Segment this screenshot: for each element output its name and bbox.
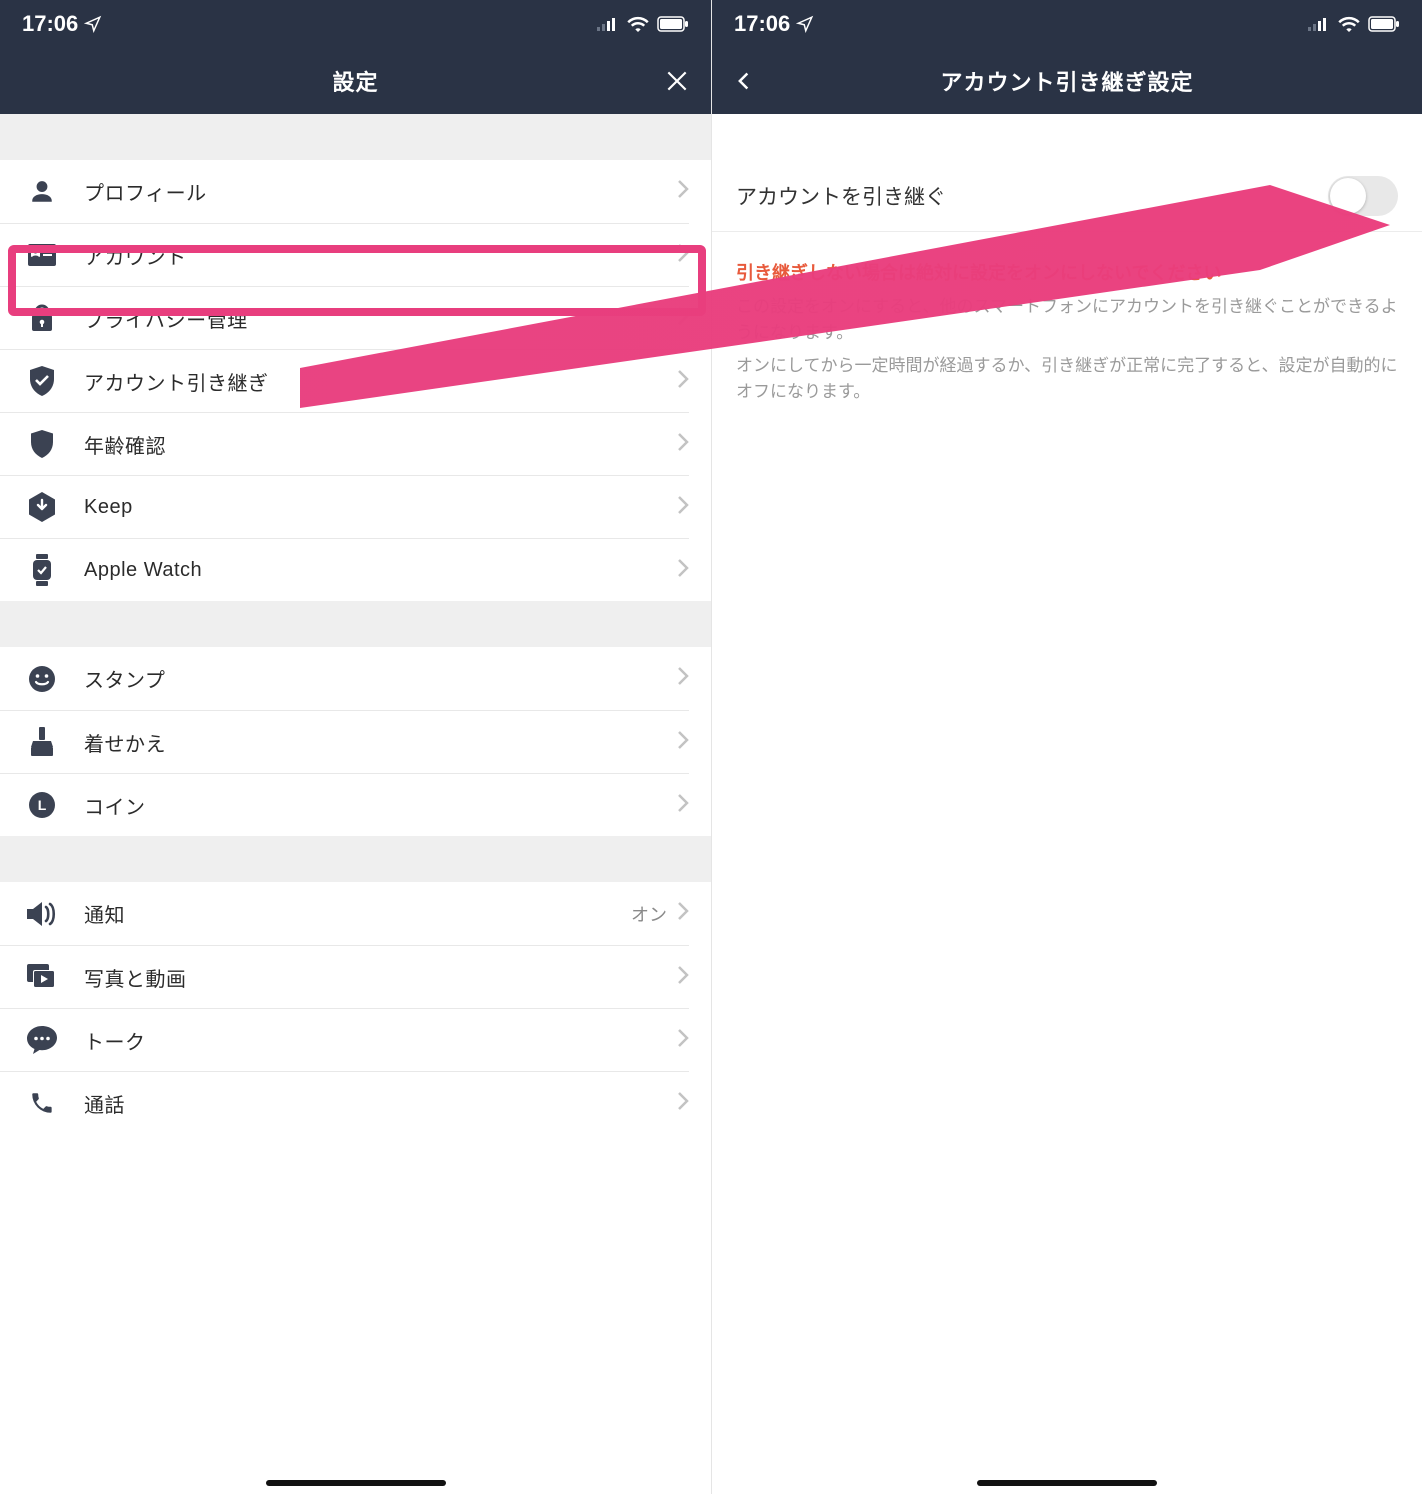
home-indicator xyxy=(977,1480,1157,1486)
svg-text:L: L xyxy=(38,797,47,813)
chevron-right-icon xyxy=(677,432,689,457)
home-indicator xyxy=(266,1480,446,1486)
chevron-right-icon xyxy=(677,495,689,520)
phone-right: 17:06 アカウント引き継ぎ設定 xyxy=(711,0,1422,1494)
speaker-icon xyxy=(0,901,84,927)
row-label: トーク xyxy=(84,1026,677,1055)
phone-icon xyxy=(0,1090,84,1116)
chevron-right-icon xyxy=(677,369,689,394)
settings-row-coin[interactable]: L コイン xyxy=(0,773,711,836)
row-label: 着せかえ xyxy=(84,728,677,757)
settings-row-id-card[interactable]: アカウント xyxy=(0,223,711,286)
shield-icon xyxy=(0,430,84,458)
battery-icon xyxy=(1368,16,1400,32)
row-label: コイン xyxy=(84,791,677,820)
settings-row-smile[interactable]: スタンプ xyxy=(0,647,711,710)
settings-row-watch[interactable]: Apple Watch xyxy=(0,538,711,601)
cell-signal-icon xyxy=(597,17,619,31)
media-icon xyxy=(0,964,84,990)
location-arrow-icon xyxy=(84,15,102,33)
row-label: Keep xyxy=(84,496,677,519)
wifi-icon xyxy=(627,16,649,32)
toggle-switch[interactable] xyxy=(1328,176,1398,216)
close-icon xyxy=(664,68,690,94)
close-button[interactable] xyxy=(663,67,691,95)
shield-check-icon xyxy=(0,366,84,396)
coin-icon: L xyxy=(0,791,84,819)
watch-icon xyxy=(0,554,84,586)
chevron-right-icon xyxy=(677,965,689,990)
cell-signal-icon xyxy=(1308,17,1330,31)
row-label: アカウント引き継ぎ xyxy=(84,367,677,396)
battery-icon xyxy=(657,16,689,32)
settings-row-speaker[interactable]: 通知オン xyxy=(0,882,711,945)
warning-text-gray-1: この設定をオンにすると、他のスマートフォンにアカウントを引き継ぐことができるよう… xyxy=(736,294,1398,347)
chevron-right-icon xyxy=(677,558,689,583)
chevron-right-icon xyxy=(677,666,689,691)
row-label: 通話 xyxy=(84,1089,677,1118)
row-value: オン xyxy=(631,901,667,927)
brush-icon xyxy=(0,727,84,757)
keep-hex-icon xyxy=(0,492,84,522)
nav-bar: アカウント引き継ぎ設定 xyxy=(712,48,1422,114)
toggle-label: アカウントを引き継ぐ xyxy=(736,181,946,211)
wifi-icon xyxy=(1338,16,1360,32)
chevron-right-icon xyxy=(677,1028,689,1053)
settings-row-shield-check[interactable]: アカウント引き継ぎ xyxy=(0,349,711,412)
phone-left: 17:06 設定 xyxy=(0,0,711,1494)
row-label: Apple Watch xyxy=(84,559,677,582)
row-label: 通知 xyxy=(84,899,631,928)
chevron-left-icon xyxy=(734,67,754,95)
row-label: 年齢確認 xyxy=(84,430,677,459)
settings-row-lock[interactable]: プライバシー管理 xyxy=(0,286,711,349)
row-label: アカウント xyxy=(84,241,677,270)
status-bar: 17:06 xyxy=(712,0,1422,48)
nav-bar: 設定 xyxy=(0,48,711,114)
settings-row-keep-hex[interactable]: Keep xyxy=(0,475,711,538)
settings-row-shield[interactable]: 年齢確認 xyxy=(0,412,711,475)
chat-icon xyxy=(0,1026,84,1054)
location-arrow-icon xyxy=(796,15,814,33)
settings-row-chat[interactable]: トーク xyxy=(0,1008,711,1071)
smile-icon xyxy=(0,665,84,693)
account-transfer-toggle-row[interactable]: アカウントを引き継ぐ xyxy=(712,160,1422,232)
chevron-right-icon xyxy=(677,243,689,268)
chevron-right-icon xyxy=(677,730,689,755)
settings-row-phone[interactable]: 通話 xyxy=(0,1071,711,1134)
warning-text-gray-2: オンにしてから一定時間が経過するか、引き継ぎが正常に完了すると、設定が自動的にオ… xyxy=(736,353,1398,406)
id-card-icon xyxy=(0,244,84,266)
status-bar: 17:06 xyxy=(0,0,711,48)
row-label: 写真と動画 xyxy=(84,963,677,992)
settings-row-user[interactable]: プロフィール xyxy=(0,160,711,223)
settings-row-media[interactable]: 写真と動画 xyxy=(0,945,711,1008)
chevron-right-icon xyxy=(677,179,689,204)
settings-row-brush[interactable]: 着せかえ xyxy=(0,710,711,773)
chevron-right-icon xyxy=(677,1091,689,1116)
row-label: スタンプ xyxy=(84,664,677,693)
warning-block: 引き継ぎしない場合は絶対に設定をオンにしないでください この設定をオンにすると、… xyxy=(712,260,1422,421)
lock-icon xyxy=(0,304,84,332)
chevron-right-icon xyxy=(677,793,689,818)
row-label: プロフィール xyxy=(84,177,677,206)
status-time: 17:06 xyxy=(22,11,78,37)
page-title: アカウント引き継ぎ設定 xyxy=(940,65,1193,97)
page-title: 設定 xyxy=(332,65,378,97)
back-button[interactable] xyxy=(730,67,758,95)
status-time: 17:06 xyxy=(734,11,790,37)
user-icon xyxy=(0,179,84,205)
chevron-right-icon xyxy=(677,306,689,331)
chevron-right-icon xyxy=(677,901,689,926)
warning-text-red: 引き継ぎしない場合は絶対に設定をオンにしないでください xyxy=(736,260,1398,288)
row-label: プライバシー管理 xyxy=(84,304,677,333)
